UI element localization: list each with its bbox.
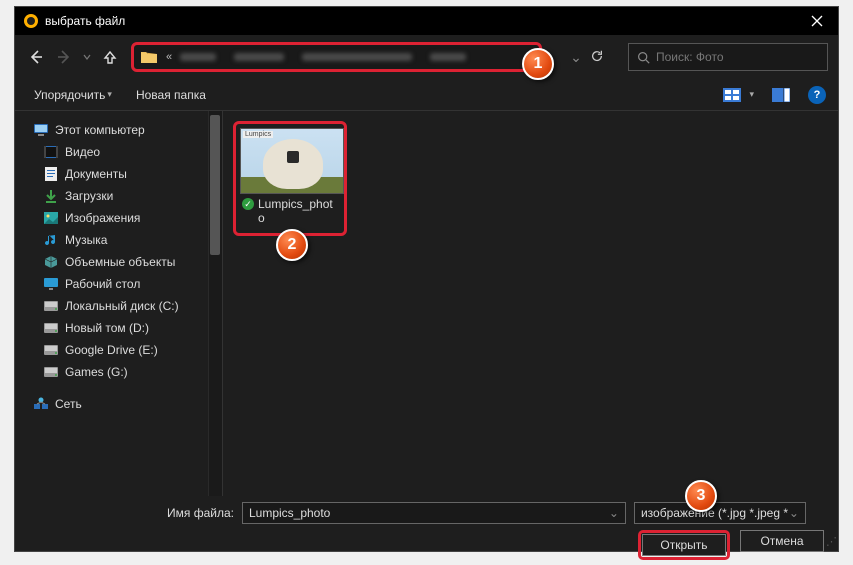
sidebar-item[interactable]: Games (G:) <box>19 361 218 383</box>
up-button[interactable] <box>99 46 121 68</box>
open-button[interactable]: Открыть <box>642 534 726 556</box>
sidebar-item[interactable]: Рабочий стол <box>19 273 218 295</box>
app-icon <box>23 13 39 29</box>
sidebar-item[interactable]: Музыка <box>19 229 218 251</box>
sidebar-item[interactable]: Изображения <box>19 207 218 229</box>
drive-icon <box>43 342 59 358</box>
sidebar-this-pc[interactable]: Этот компьютер <box>19 119 218 141</box>
organize-button[interactable]: Упорядочить ▾ <box>25 84 121 106</box>
music-icon <box>43 232 59 248</box>
address-bar[interactable]: « <box>131 42 542 72</box>
toolbar: Упорядочить ▾ Новая папка ▾ ? <box>15 79 838 111</box>
view-thumbnails-button[interactable] <box>721 85 743 105</box>
sidebar-item[interactable]: Локальный диск (C:) <box>19 295 218 317</box>
filetype-select[interactable]: изображение (*.jpg *.jpeg *.png) ⌄ <box>634 502 806 524</box>
file-item[interactable]: Lumpics ✓ Lumpics_photo <box>233 121 347 236</box>
chevron-down-icon[interactable]: ▾ <box>749 89 754 100</box>
file-thumbnail: Lumpics <box>240 128 344 194</box>
navigation-pane: Этот компьютер Видео Документы Загрузки … <box>15 111 223 496</box>
titlebar: выбрать файл <box>15 7 838 35</box>
filename-input[interactable]: Lumpics_photo ⌄ <box>242 502 626 524</box>
folder-icon <box>140 49 158 65</box>
desktop-icon <box>43 276 59 292</box>
breadcrumb <box>180 53 466 61</box>
close-button[interactable] <box>796 7 838 35</box>
dropdown-icon[interactable]: ⌄ <box>570 49 582 66</box>
sidebar-item[interactable]: Видео <box>19 141 218 163</box>
search-input[interactable]: Поиск: Фото <box>628 43 828 71</box>
drive-icon <box>43 364 59 380</box>
breadcrumb-overflow: « <box>166 51 172 63</box>
search-icon <box>637 51 650 64</box>
sidebar-item[interactable]: Загрузки <box>19 185 218 207</box>
address-actions: ⌄ <box>552 49 622 66</box>
pc-icon <box>33 122 49 138</box>
chevron-down-icon: ⌄ <box>609 506 619 520</box>
sidebar-item[interactable]: Объемные объекты <box>19 251 218 273</box>
nav-row: « ⌄ Поиск: Фото <box>15 35 838 79</box>
downloads-icon <box>43 188 59 204</box>
documents-icon <box>43 166 59 182</box>
pictures-icon <box>43 210 59 226</box>
sidebar-item[interactable]: Новый том (D:) <box>19 317 218 339</box>
file-list[interactable]: Lumpics ✓ Lumpics_photo <box>223 111 838 496</box>
cancel-button[interactable]: Отмена <box>740 530 824 552</box>
file-name-label: ✓ Lumpics_photo <box>240 194 340 229</box>
forward-button[interactable] <box>53 46 75 68</box>
file-dialog-window: выбрать файл « <box>14 6 839 552</box>
annotation-badge-1: 1 <box>522 48 554 80</box>
annotation-badge-3: 3 <box>685 480 717 512</box>
window-title: выбрать файл <box>45 14 796 28</box>
annotation-badge-2: 2 <box>276 229 308 261</box>
recent-dropdown-icon[interactable] <box>81 46 93 68</box>
drive-icon <box>43 298 59 314</box>
sync-check-icon: ✓ <box>242 198 254 210</box>
annotation-highlight-open: Открыть <box>638 530 730 560</box>
refresh-icon[interactable] <box>590 49 604 66</box>
preview-pane-button[interactable] <box>770 85 792 105</box>
dialog-body: Этот компьютер Видео Документы Загрузки … <box>15 111 838 496</box>
drive-icon <box>43 320 59 336</box>
filename-label: Имя файла: <box>167 506 234 520</box>
sidebar-scrollbar[interactable] <box>208 111 222 496</box>
new-folder-button[interactable]: Новая папка <box>127 84 215 106</box>
video-icon <box>43 144 59 160</box>
help-button[interactable]: ? <box>806 85 828 105</box>
resize-grip[interactable]: ⋰ <box>826 535 835 548</box>
sidebar-item[interactable]: Документы <box>19 163 218 185</box>
back-button[interactable] <box>25 46 47 68</box>
search-placeholder: Поиск: Фото <box>656 50 724 64</box>
chevron-down-icon: ⌄ <box>789 506 799 520</box>
sidebar-network[interactable]: Сеть <box>19 393 218 415</box>
network-icon <box>33 396 49 412</box>
objects3d-icon <box>43 254 59 270</box>
chevron-down-icon: ▾ <box>107 89 112 100</box>
sidebar-item[interactable]: Google Drive (E:) <box>19 339 218 361</box>
